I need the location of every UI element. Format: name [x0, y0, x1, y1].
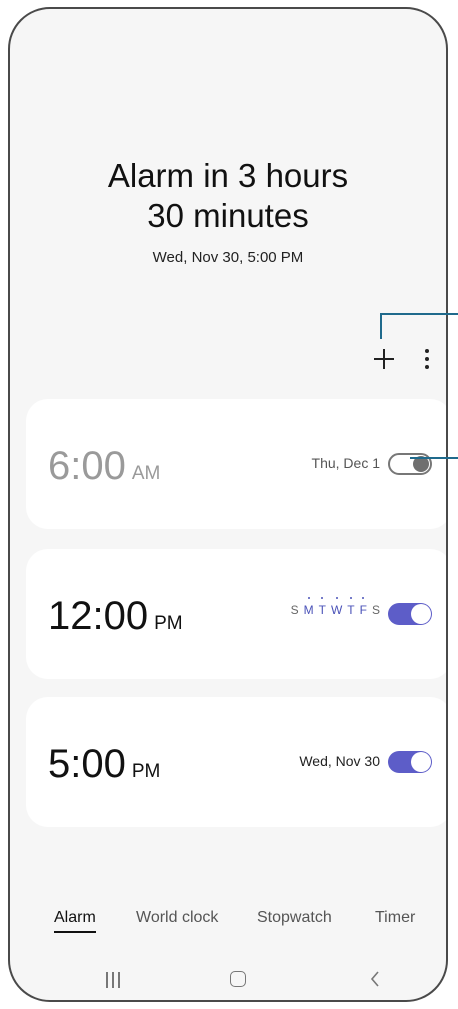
alarm-date: Wed, Nov 30 [299, 753, 380, 769]
tab-timer[interactable]: Timer [375, 909, 415, 927]
alarm-toggle[interactable] [388, 603, 432, 625]
next-alarm-datetime: Wed, Nov 30, 5:00 PM [152, 249, 304, 266]
alarm-ampm: AM [131, 463, 161, 484]
tab-stopwatch[interactable]: Stopwatch [257, 909, 332, 927]
day-wednesday: W [330, 603, 343, 617]
toggle-knob [411, 752, 431, 772]
tab-alarm[interactable]: Alarm [54, 909, 96, 933]
day-thursday: T [347, 603, 355, 617]
day-friday: F [359, 603, 367, 617]
toggle-knob [411, 604, 431, 624]
bottom-tabs: Alarm World clock Stopwatch Timer [10, 909, 446, 949]
day-saturday: S [371, 603, 380, 617]
alarm-repeat-days: S M T W T F S [291, 603, 380, 617]
tab-world-clock[interactable]: World clock [136, 909, 218, 927]
recent-apps-icon[interactable] [106, 972, 120, 988]
alarm-countdown-title: Alarm in 3 hours [107, 157, 349, 194]
alarm-time: 12:00 PM [48, 594, 183, 638]
alarm-ampm: PM [154, 613, 183, 634]
phone-frame: Alarm in 3 hours 30 minutes Wed, Nov 30,… [8, 7, 448, 1002]
alarm-toggle[interactable] [388, 751, 432, 773]
plus-icon[interactable] [370, 345, 398, 373]
more-vertical-icon[interactable] [420, 347, 432, 371]
alarm-countdown-title-line2: 30 minutes [147, 197, 309, 234]
callout-line [380, 313, 458, 315]
alarm-time: 6:00 AM [48, 444, 161, 488]
day-monday: M [303, 603, 314, 617]
callout-line [410, 457, 458, 459]
back-icon[interactable] [370, 970, 380, 988]
alarm-date: Thu, Dec 1 [311, 455, 380, 471]
alarm-time: 5:00 PM [48, 742, 161, 786]
alarm-item[interactable]: 12:00 PM S M T W T F S [26, 549, 446, 679]
alarm-ampm: PM [131, 761, 161, 782]
alarm-item[interactable]: 5:00 PM Wed, Nov 30 [26, 697, 446, 827]
day-sunday: S [290, 603, 299, 617]
alarm-item[interactable]: 6:00 AM Thu, Dec 1 [26, 399, 446, 529]
system-nav-bar [10, 964, 446, 1000]
callout-line [380, 313, 382, 339]
day-tuesday: T [318, 603, 326, 617]
home-icon[interactable] [230, 971, 246, 987]
